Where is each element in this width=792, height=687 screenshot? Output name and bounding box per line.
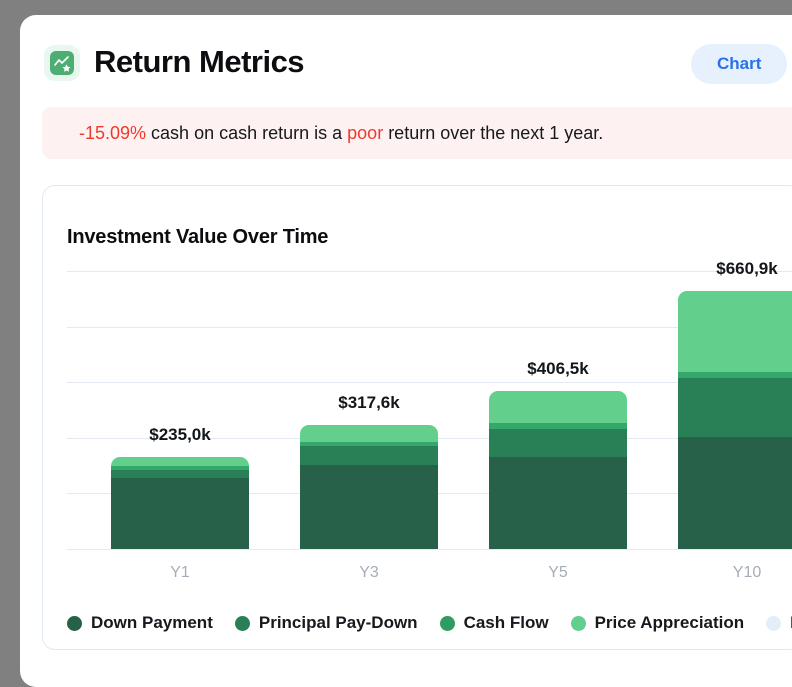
alert-text-mid: cash on cash return is a bbox=[146, 123, 347, 143]
alert-text: -15.09% cash on cash return is a poor re… bbox=[42, 123, 603, 144]
legend-color-dot bbox=[440, 616, 455, 631]
legend-item[interactable]: Down Payment bbox=[67, 613, 213, 633]
bar-segment bbox=[489, 391, 627, 424]
return-alert-banner: -15.09% cash on cash return is a poor re… bbox=[42, 107, 792, 159]
legend-color-dot bbox=[571, 616, 586, 631]
legend-label: Principal Pay-Down bbox=[259, 613, 418, 633]
legend-color-dot bbox=[766, 616, 781, 631]
bar-value-label: $660,9k bbox=[678, 259, 792, 279]
bar-segment bbox=[489, 457, 627, 549]
legend-label: Down Payment bbox=[91, 613, 213, 633]
bar-segment bbox=[489, 429, 627, 458]
legend-label: Cash Flow bbox=[464, 613, 549, 633]
x-axis-tick-label: Y1 bbox=[111, 564, 249, 582]
legend-label: Price Appreciation bbox=[595, 613, 745, 633]
bar-value-label: $406,5k bbox=[489, 359, 627, 379]
legend-item[interactable]: Return bbox=[766, 613, 792, 633]
chart-bars: $235,0k $317,6k $406,5k $660,9k bbox=[67, 271, 792, 549]
bar-segment bbox=[111, 478, 249, 549]
chart-legend: Down Payment Principal Pay-Down Cash Flow P… bbox=[67, 611, 792, 635]
page-header: Return Metrics Chart bbox=[20, 15, 792, 98]
alert-rating: poor bbox=[347, 123, 383, 143]
bar-value-label: $317,6k bbox=[300, 393, 438, 413]
app-window: Return Metrics Chart -15.09% cash on cas… bbox=[20, 15, 792, 687]
chart-x-axis: Y1 Y3 Y5 Y10 bbox=[67, 564, 792, 586]
page-title: Return Metrics bbox=[94, 44, 304, 80]
bar-group[interactable]: $660,9k bbox=[678, 271, 792, 549]
bar-segment bbox=[300, 425, 438, 442]
alert-text-end: return over the next 1 year. bbox=[383, 123, 603, 143]
stacked-bar[interactable] bbox=[111, 457, 249, 549]
chart-plot-area: $235,0k $317,6k $406,5k $660,9k bbox=[67, 271, 792, 549]
bar-group[interactable]: $317,6k bbox=[300, 271, 438, 549]
stacked-bar[interactable] bbox=[678, 291, 792, 549]
bar-segment bbox=[678, 437, 792, 549]
x-axis-tick-label: Y10 bbox=[678, 564, 792, 582]
chart-star-icon bbox=[44, 45, 80, 81]
x-axis-tick-label: Y3 bbox=[300, 564, 438, 582]
legend-item[interactable]: Price Appreciation bbox=[571, 613, 745, 633]
bar-group[interactable]: $235,0k bbox=[111, 271, 249, 549]
x-axis-tick-label: Y5 bbox=[489, 564, 627, 582]
alert-metric: -15.09% bbox=[79, 123, 146, 143]
bar-segment bbox=[678, 378, 792, 436]
bar-value-label: $235,0k bbox=[111, 425, 249, 445]
bar-segment bbox=[111, 457, 249, 466]
legend-color-dot bbox=[67, 616, 82, 631]
bar-segment bbox=[111, 470, 249, 478]
legend-color-dot bbox=[235, 616, 250, 631]
chart-title: Investment Value Over Time bbox=[67, 226, 328, 249]
tab-chart[interactable]: Chart bbox=[691, 44, 787, 84]
bar-group[interactable]: $406,5k bbox=[489, 271, 627, 549]
bar-segment bbox=[300, 446, 438, 465]
chart-star-glyph bbox=[50, 51, 74, 75]
legend-item[interactable]: Principal Pay-Down bbox=[235, 613, 418, 633]
legend-item[interactable]: Cash Flow bbox=[440, 613, 549, 633]
stacked-bar[interactable] bbox=[300, 425, 438, 549]
stacked-bar[interactable] bbox=[489, 391, 627, 549]
gridline bbox=[67, 549, 792, 550]
investment-chart-card: Investment Value Over Time $235,0k $317,6… bbox=[42, 185, 792, 650]
bar-segment bbox=[300, 465, 438, 549]
bar-segment bbox=[678, 291, 792, 372]
